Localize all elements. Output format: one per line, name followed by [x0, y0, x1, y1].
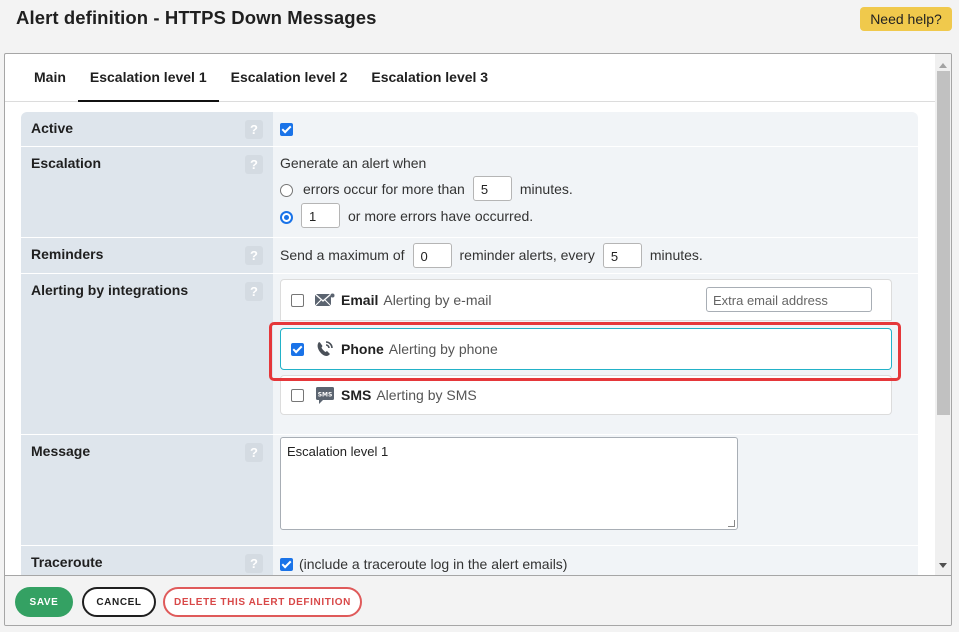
save-button[interactable]: SAVE — [15, 587, 73, 617]
escalation-count-text: or more errors have occurred. — [348, 207, 534, 224]
escalation-minutes-input[interactable]: 5 — [472, 176, 512, 201]
help-icon[interactable]: ? — [245, 155, 263, 174]
delete-alert-definition-button[interactable]: DELETE THIS ALERT DEFINITION — [163, 587, 362, 617]
reminders-middle: reminder alerts, every — [459, 247, 595, 263]
page-title: Alert definition - HTTPS Down Messages — [16, 7, 377, 28]
escalation-label: Escalation — [31, 155, 102, 171]
traceroute-text: (include a traceroute log in the alert e… — [299, 556, 568, 572]
phone-icon — [315, 339, 335, 359]
help-icon[interactable]: ? — [245, 443, 263, 462]
alert-definition-panel: Main Escalation level 1 Escalation level… — [4, 53, 952, 626]
email-checkbox[interactable] — [291, 293, 304, 307]
sms-description: Alerting by SMS — [376, 387, 477, 403]
email-icon — [315, 290, 335, 310]
scroll-down-arrow-icon[interactable] — [939, 563, 947, 568]
help-icon[interactable]: ? — [245, 120, 263, 139]
active-label: Active — [31, 120, 74, 136]
extra-email-input[interactable]: Extra email address — [706, 287, 872, 312]
escalation-duration-radio[interactable] — [280, 184, 293, 197]
escalation-intro: Generate an alert when — [280, 155, 427, 171]
phone-checkbox[interactable] — [291, 342, 304, 356]
scroll-up-arrow-icon[interactable] — [939, 63, 947, 68]
integration-phone[interactable]: Phone Alerting by phone — [280, 328, 892, 370]
help-icon[interactable]: ? — [245, 282, 263, 301]
tab-escalation-level-1[interactable]: Escalation level 1 — [77, 54, 219, 102]
sms-name: SMS — [341, 387, 372, 403]
form-scroll-area: Active ? Escalation ? Generate an alert … — [5, 103, 935, 575]
tab-main[interactable]: Main — [22, 54, 78, 101]
integrations-label: Alerting by integrations — [31, 282, 189, 298]
cancel-button[interactable]: CANCEL — [82, 587, 156, 617]
integration-email[interactable]: Email Alerting by e-mail Extra email add… — [280, 279, 892, 321]
escalation-duration-suffix: minutes. — [519, 180, 573, 197]
reminders-interval-input[interactable]: 5 — [602, 243, 642, 268]
row-escalation: Escalation ? Generate an alert when erro… — [21, 147, 918, 238]
tab-bar: Main Escalation level 1 Escalation level… — [5, 54, 935, 102]
resize-grip[interactable] — [728, 520, 735, 527]
row-traceroute: Traceroute ? (include a traceroute log i… — [21, 546, 918, 575]
reminders-label: Reminders — [31, 246, 104, 262]
escalation-error-count-input[interactable]: 1 — [301, 203, 340, 228]
reminders-max-input[interactable]: 0 — [412, 243, 452, 268]
help-icon[interactable]: ? — [245, 246, 263, 265]
row-reminders: Reminders ? Send a maximum of 0 reminder… — [21, 238, 918, 274]
sms-icon: SMS — [315, 385, 335, 405]
need-help-button[interactable]: Need help? — [860, 7, 952, 31]
row-integrations: Alerting by integrations ? Email Alertin… — [21, 274, 918, 435]
tab-escalation-level-3[interactable]: Escalation level 3 — [359, 54, 500, 101]
escalation-duration-text: errors occur for more than — [303, 180, 465, 197]
phone-description: Alerting by phone — [388, 341, 498, 357]
traceroute-label: Traceroute — [31, 554, 103, 570]
message-textarea[interactable]: Escalation level 1 — [280, 437, 738, 530]
active-checkbox[interactable] — [280, 122, 293, 136]
svg-text:SMS: SMS — [318, 392, 333, 399]
vertical-scrollbar[interactable] — [935, 54, 951, 575]
help-icon[interactable]: ? — [245, 554, 263, 573]
message-text: Escalation level 1 — [287, 444, 389, 459]
escalation-count-radio[interactable] — [280, 211, 293, 224]
tab-escalation-level-2[interactable]: Escalation level 2 — [219, 54, 360, 101]
row-message: Message ? Escalation level 1 — [21, 435, 918, 546]
reminders-prefix: Send a maximum of — [280, 247, 405, 263]
email-description: Alerting by e-mail — [383, 292, 492, 308]
integration-sms[interactable]: SMS SMS Alerting by SMS — [280, 375, 892, 415]
message-label: Message — [31, 443, 91, 459]
escalation-form: Active ? Escalation ? Generate an alert … — [21, 112, 918, 575]
reminders-suffix: minutes. — [649, 247, 703, 263]
action-footer: SAVE CANCEL DELETE THIS ALERT DEFINITION — [5, 575, 951, 625]
scrollbar-thumb[interactable] — [937, 71, 950, 415]
row-active: Active ? — [21, 112, 918, 147]
sms-checkbox[interactable] — [291, 388, 304, 402]
email-name: Email — [341, 292, 379, 308]
phone-name: Phone — [341, 341, 384, 357]
traceroute-checkbox[interactable] — [280, 557, 293, 571]
